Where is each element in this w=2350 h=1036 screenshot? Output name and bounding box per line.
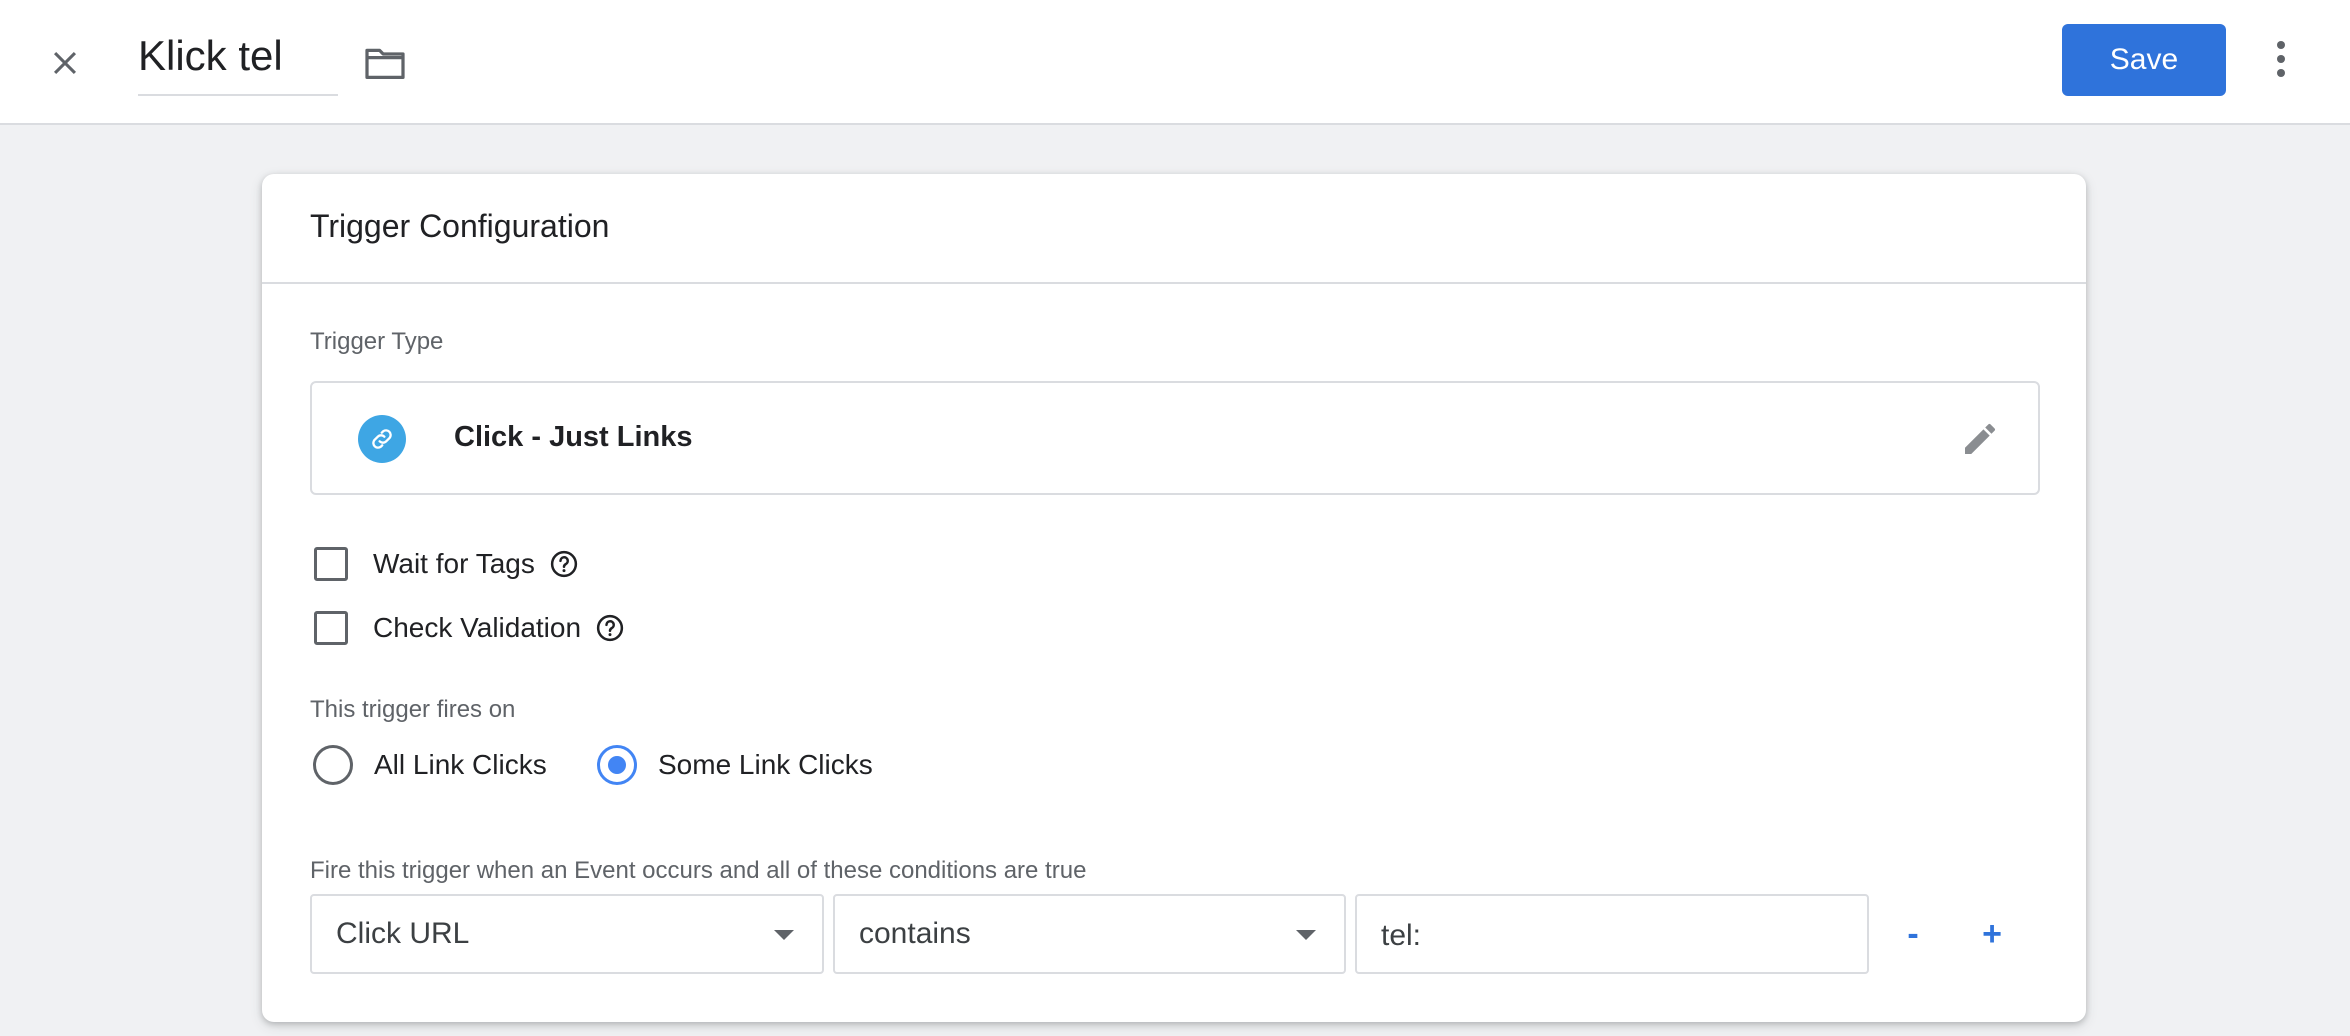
fires-on-label: This trigger fires on <box>310 696 516 723</box>
remove-condition-button[interactable]: - <box>1888 904 1938 964</box>
help-icon[interactable] <box>595 613 625 643</box>
close-icon <box>48 46 82 85</box>
trigger-configuration-card: Trigger Configuration Trigger Type Click… <box>262 174 2086 1022</box>
close-button[interactable] <box>38 38 92 92</box>
radio-all-link-clicks[interactable]: All Link Clicks <box>313 744 547 786</box>
condition-value-input[interactable]: tel: <box>1355 894 1869 974</box>
wait-for-tags-checkbox[interactable] <box>314 547 348 581</box>
save-button[interactable]: Save <box>2062 24 2226 96</box>
radio-button-selected[interactable] <box>597 745 637 785</box>
help-icon[interactable] <box>549 549 579 579</box>
wait-for-tags-option: Wait for Tags <box>314 544 579 584</box>
edit-icon[interactable] <box>1958 417 2002 461</box>
card-header: Trigger Configuration <box>262 174 2086 284</box>
check-validation-option: Check Validation <box>314 608 625 648</box>
radio-label: Some Link Clicks <box>658 749 873 780</box>
top-bar: Klick tel Save <box>0 0 2350 125</box>
folder-icon <box>363 45 407 86</box>
add-condition-button[interactable]: + <box>1967 904 2017 964</box>
trigger-type-label: Trigger Type <box>310 328 444 355</box>
condition-value-text[interactable]: tel: <box>1381 919 1421 953</box>
trigger-name-value[interactable]: Klick tel <box>138 26 338 86</box>
condition-variable-select[interactable]: Click URL <box>310 894 824 974</box>
chevron-down-icon <box>774 930 794 940</box>
check-validation-label: Check Validation <box>373 612 582 643</box>
radio-some-link-clicks[interactable]: Some Link Clicks <box>597 744 873 786</box>
trigger-name-field[interactable]: Klick tel <box>138 26 338 96</box>
link-icon <box>358 415 406 463</box>
condition-operator-value: contains <box>859 917 971 950</box>
chevron-down-icon <box>1296 930 1316 940</box>
radio-label: All Link Clicks <box>374 749 547 780</box>
card-title: Trigger Configuration <box>310 208 610 244</box>
wait-for-tags-label: Wait for Tags <box>373 548 535 579</box>
radio-button[interactable] <box>313 745 353 785</box>
condition-operator-select[interactable]: contains <box>833 894 1346 974</box>
folder-button[interactable] <box>358 38 412 92</box>
check-validation-checkbox[interactable] <box>314 611 348 645</box>
trigger-type-selector[interactable]: Click - Just Links <box>310 381 2040 495</box>
trigger-type-name: Click - Just Links <box>454 421 693 453</box>
conditions-label: Fire this trigger when an Event occurs a… <box>310 857 1087 884</box>
more-vert-icon <box>2275 40 2287 83</box>
more-options-button[interactable] <box>2254 34 2308 88</box>
condition-variable-value: Click URL <box>336 917 470 950</box>
